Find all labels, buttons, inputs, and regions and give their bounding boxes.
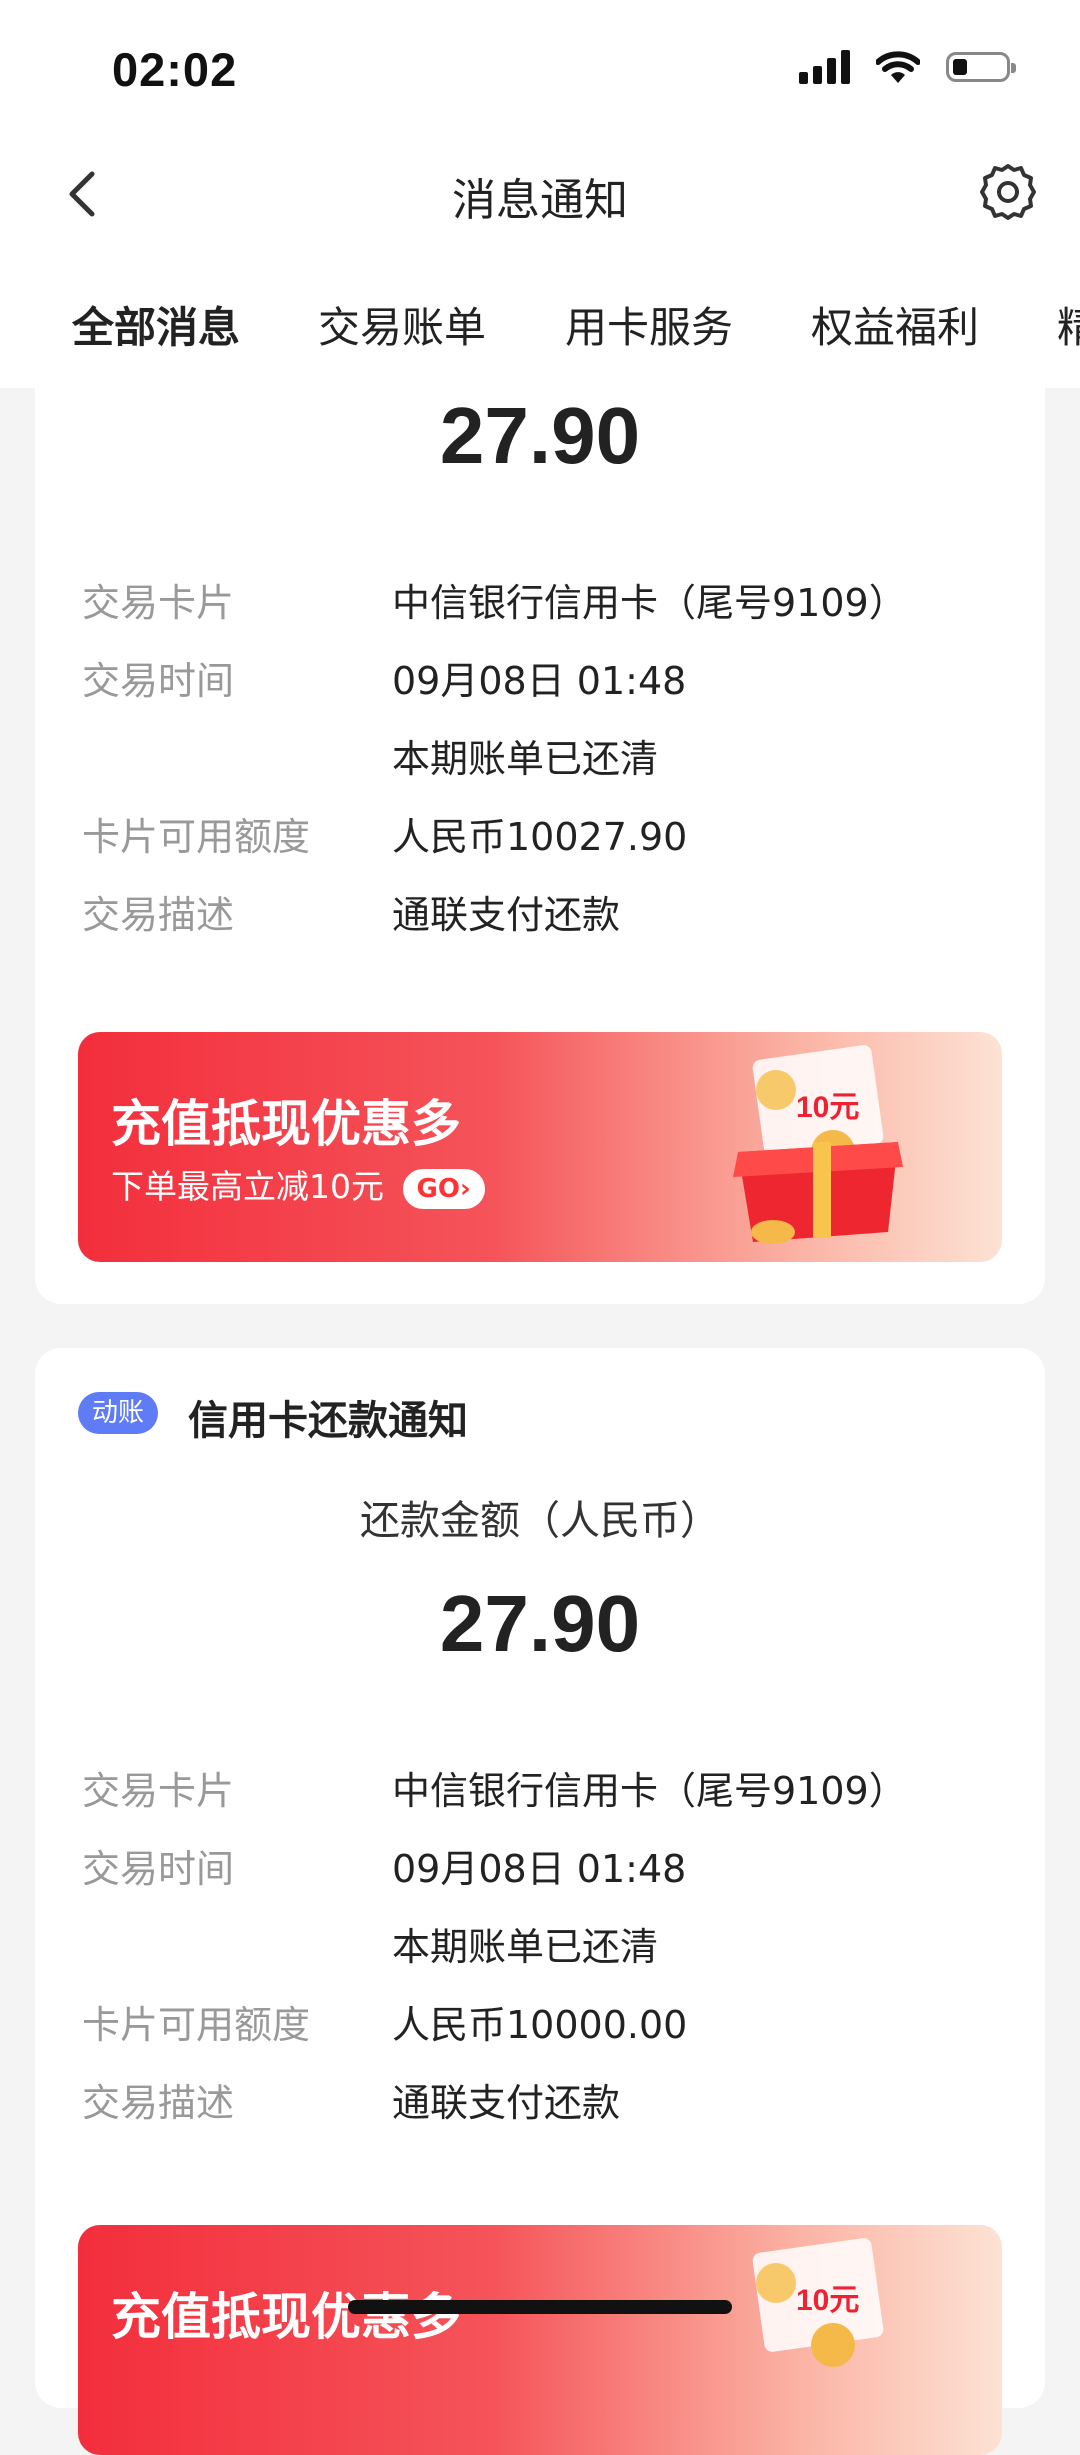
row-label: 交易卡片	[82, 1769, 235, 1813]
row-value: 通联支付还款	[392, 893, 621, 937]
row-value: 人民币10027.90	[392, 815, 688, 859]
nav-bar: 消息通知	[0, 130, 1080, 260]
row-value: 通联支付还款	[392, 2081, 621, 2125]
promo-banner[interactable]: 充值抵现优惠多 10元	[78, 2225, 1002, 2455]
banner-subtitle-text: 下单最高立减10元	[111, 1167, 384, 1206]
battery-icon	[946, 52, 1016, 82]
amount-value: 27.90	[439, 391, 641, 480]
tab-all[interactable]: 全部消息	[72, 294, 240, 355]
banner-subtitle: 下单最高立减10元 GO›	[111, 1160, 485, 1209]
row-value: 09月08日 01:48	[392, 659, 687, 703]
row-value: 本期账单已还清	[392, 737, 659, 781]
status-bar: 02:02	[0, 0, 1080, 130]
status-badge: 动账	[78, 1392, 159, 1434]
notification-card[interactable]: 动账 信用卡还款通知 还款金额（人民币） 27.90 交易卡片 中信银行信用卡（…	[35, 1348, 1045, 2455]
row-label: 交易时间	[82, 1847, 235, 1891]
row-value: 本期账单已还清	[392, 1925, 659, 1969]
banner-title: 充值抵现优惠多	[111, 1095, 461, 1153]
gear-icon[interactable]	[976, 160, 1040, 224]
wifi-icon	[876, 51, 920, 83]
tab-card-services[interactable]: 用卡服务	[565, 294, 733, 355]
notification-card[interactable]: 27.90 交易卡片 中信银行信用卡（尾号9109） 交易时间 09月08日 0…	[35, 360, 1045, 1304]
row-value: 09月08日 01:48	[392, 1847, 687, 1891]
gift-box-icon: 10元	[752, 2238, 884, 2367]
row-label: 交易描述	[82, 2081, 235, 2125]
card-heading: 信用卡还款通知	[188, 1398, 468, 1444]
row-value: 人民币10000.00	[392, 2003, 688, 2047]
status-icons	[799, 50, 1016, 84]
status-time: 02:02	[112, 43, 238, 96]
coupon-text: 10元	[796, 2284, 859, 2317]
tab-more[interactable]: 精	[1057, 294, 1080, 355]
row-label: 卡片可用额度	[82, 2003, 311, 2047]
tab-benefits[interactable]: 权益福利	[811, 294, 979, 355]
go-button[interactable]: GO›	[402, 1168, 485, 1209]
row-label: 交易卡片	[82, 581, 235, 625]
coupon-text: 10元	[796, 1091, 859, 1124]
signal-icon	[799, 50, 850, 84]
row-label: 交易时间	[82, 659, 235, 703]
page-title: 消息通知	[452, 175, 628, 226]
amount-label: 还款金额（人民币）	[360, 1498, 720, 1544]
gift-box-icon: 10元	[733, 1045, 903, 1244]
home-indicator[interactable]	[348, 2300, 732, 2314]
promo-banner[interactable]: 充值抵现优惠多 下单最高立减10元 GO› 10元	[78, 1032, 1002, 1262]
row-value: 中信银行信用卡（尾号9109）	[392, 1769, 907, 1813]
amount-value: 27.90	[439, 1579, 641, 1668]
tab-transactions[interactable]: 交易账单	[318, 294, 486, 355]
row-label: 卡片可用额度	[82, 815, 311, 859]
row-value: 中信银行信用卡（尾号9109）	[392, 581, 907, 625]
row-label: 交易描述	[82, 893, 235, 937]
